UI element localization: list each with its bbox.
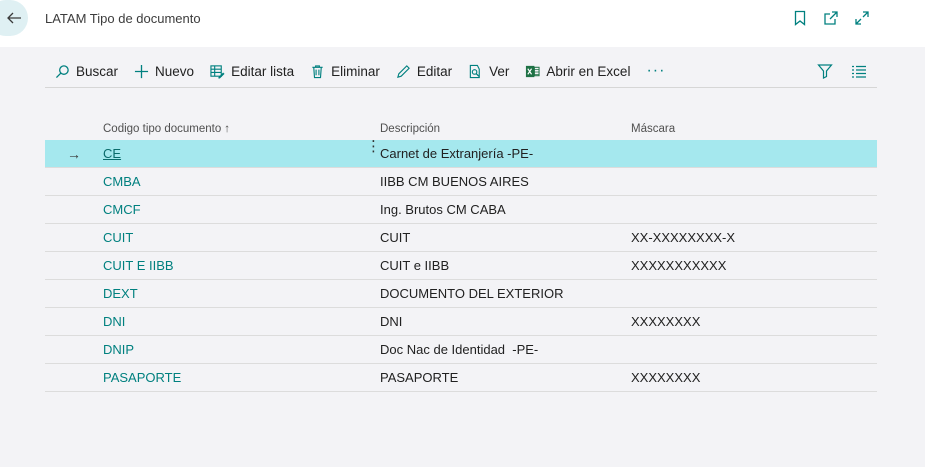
row-description: CUIT	[380, 230, 411, 245]
row-description: Doc Nac de Identidad -PE-	[380, 342, 539, 357]
edit-list-icon	[210, 64, 225, 79]
open-new-window-icon	[823, 10, 838, 25]
row-code-link[interactable]: PASAPORTE	[103, 370, 380, 385]
row-description: Ing. Brutos CM CABA	[380, 202, 506, 217]
document-type-grid: Codigo tipo documento ↑ Descripción Másca…	[45, 118, 877, 392]
page-header: LATAM Tipo de documento	[0, 0, 925, 47]
expand-button[interactable]	[853, 9, 870, 26]
open-new-window-button[interactable]	[822, 9, 839, 26]
search-label: Buscar	[76, 63, 119, 79]
table-row[interactable]: → CE ⋮ Carnet de Extranjería -PE-	[45, 138, 877, 168]
column-header-mask[interactable]: Máscara	[631, 123, 877, 135]
table-row[interactable]: PASAPORTE PASAPORTE XXXXXXXX	[45, 364, 877, 392]
column-header-code[interactable]: Codigo tipo documento ↑	[103, 123, 380, 135]
view-button[interactable]: Ver	[460, 57, 517, 85]
trash-icon	[312, 64, 323, 78]
table-row[interactable]: CUIT E IIBB CUIT e IIBB XXXXXXXXXXX	[45, 252, 877, 280]
row-code-link[interactable]: CUIT	[103, 230, 380, 245]
filter-icon[interactable]	[817, 63, 833, 79]
table-row[interactable]: DNI DNI XXXXXXXX	[45, 308, 877, 336]
search-button[interactable]: Buscar	[45, 57, 126, 85]
view-icon	[469, 64, 480, 78]
table-row[interactable]: CUIT CUIT XX-XXXXXXXX-X	[45, 224, 877, 252]
row-pointer-icon: →	[67, 145, 81, 162]
row-description: DNI	[380, 314, 403, 329]
row-code-link[interactable]: DNIP	[103, 342, 380, 357]
open-in-excel-button[interactable]: Abrir en Excel	[517, 57, 638, 85]
list-view-icon[interactable]	[851, 63, 867, 79]
toolbar-right	[817, 63, 877, 79]
header-actions	[791, 9, 870, 26]
open-in-excel-label: Abrir en Excel	[546, 63, 631, 79]
page-title: LATAM Tipo de documento	[45, 11, 201, 26]
row-code-link[interactable]: CUIT E IIBB	[103, 258, 380, 273]
row-actions-menu-icon[interactable]: ⋮	[366, 137, 381, 155]
back-arrow-icon	[7, 12, 21, 24]
row-description: PASAPORTE	[380, 370, 459, 385]
row-mask: XX-XXXXXXXX-X	[631, 230, 736, 245]
bookmark-button[interactable]	[791, 9, 808, 26]
table-row[interactable]: CMCF Ing. Brutos CM CABA	[45, 196, 877, 224]
row-description: CUIT e IIBB	[380, 258, 450, 273]
expand-icon	[854, 10, 869, 25]
edit-button[interactable]: Editar	[388, 57, 460, 85]
row-description: IIBB CM BUENOS AIRES	[380, 174, 529, 189]
table-row[interactable]: DEXT DOCUMENTO DEL EXTERIOR	[45, 280, 877, 308]
search-icon	[55, 64, 69, 78]
row-code-link[interactable]: CMCF	[103, 202, 380, 217]
table-row[interactable]: CMBA IIBB CM BUENOS AIRES	[45, 168, 877, 196]
pencil-icon	[396, 64, 410, 78]
grid-header: Codigo tipo documento ↑ Descripción Másca…	[45, 118, 877, 140]
edit-label: Editar	[416, 63, 453, 79]
edit-list-label: Editar lista	[231, 63, 295, 79]
excel-icon	[526, 65, 540, 77]
row-code-link[interactable]: CE ⋮	[103, 138, 381, 161]
edit-list-button[interactable]: Editar lista	[202, 57, 302, 85]
row-code-link[interactable]: CMBA	[103, 174, 380, 189]
row-code-link[interactable]: DEXT	[103, 286, 380, 301]
view-label: Ver	[489, 63, 510, 79]
new-label: Nuevo	[155, 63, 195, 79]
bookmark-icon	[794, 10, 805, 26]
row-mask: XXXXXXXXXXX	[631, 258, 727, 273]
row-mask: XXXXXXXX	[631, 314, 701, 329]
delete-button[interactable]: Eliminar	[302, 57, 388, 85]
back-button[interactable]	[0, 0, 28, 36]
row-description: Carnet de Extranjería -PE-	[380, 146, 534, 161]
delete-label: Eliminar	[331, 63, 380, 79]
table-row[interactable]: DNIP Doc Nac de Identidad -PE-	[45, 336, 877, 364]
row-code-link[interactable]: DNI	[103, 314, 380, 329]
action-toolbar: Buscar Nuevo Editar lista Eliminar Edita…	[45, 55, 877, 88]
row-mask: XXXXXXXX	[631, 370, 701, 385]
row-description: DOCUMENTO DEL EXTERIOR	[380, 286, 564, 301]
plus-icon	[134, 64, 149, 78]
more-actions-button[interactable]: ···	[638, 62, 673, 80]
sort-ascending-icon: ↑	[224, 123, 231, 135]
new-button[interactable]: Nuevo	[126, 57, 202, 85]
column-header-description[interactable]: Descripción	[380, 123, 631, 135]
